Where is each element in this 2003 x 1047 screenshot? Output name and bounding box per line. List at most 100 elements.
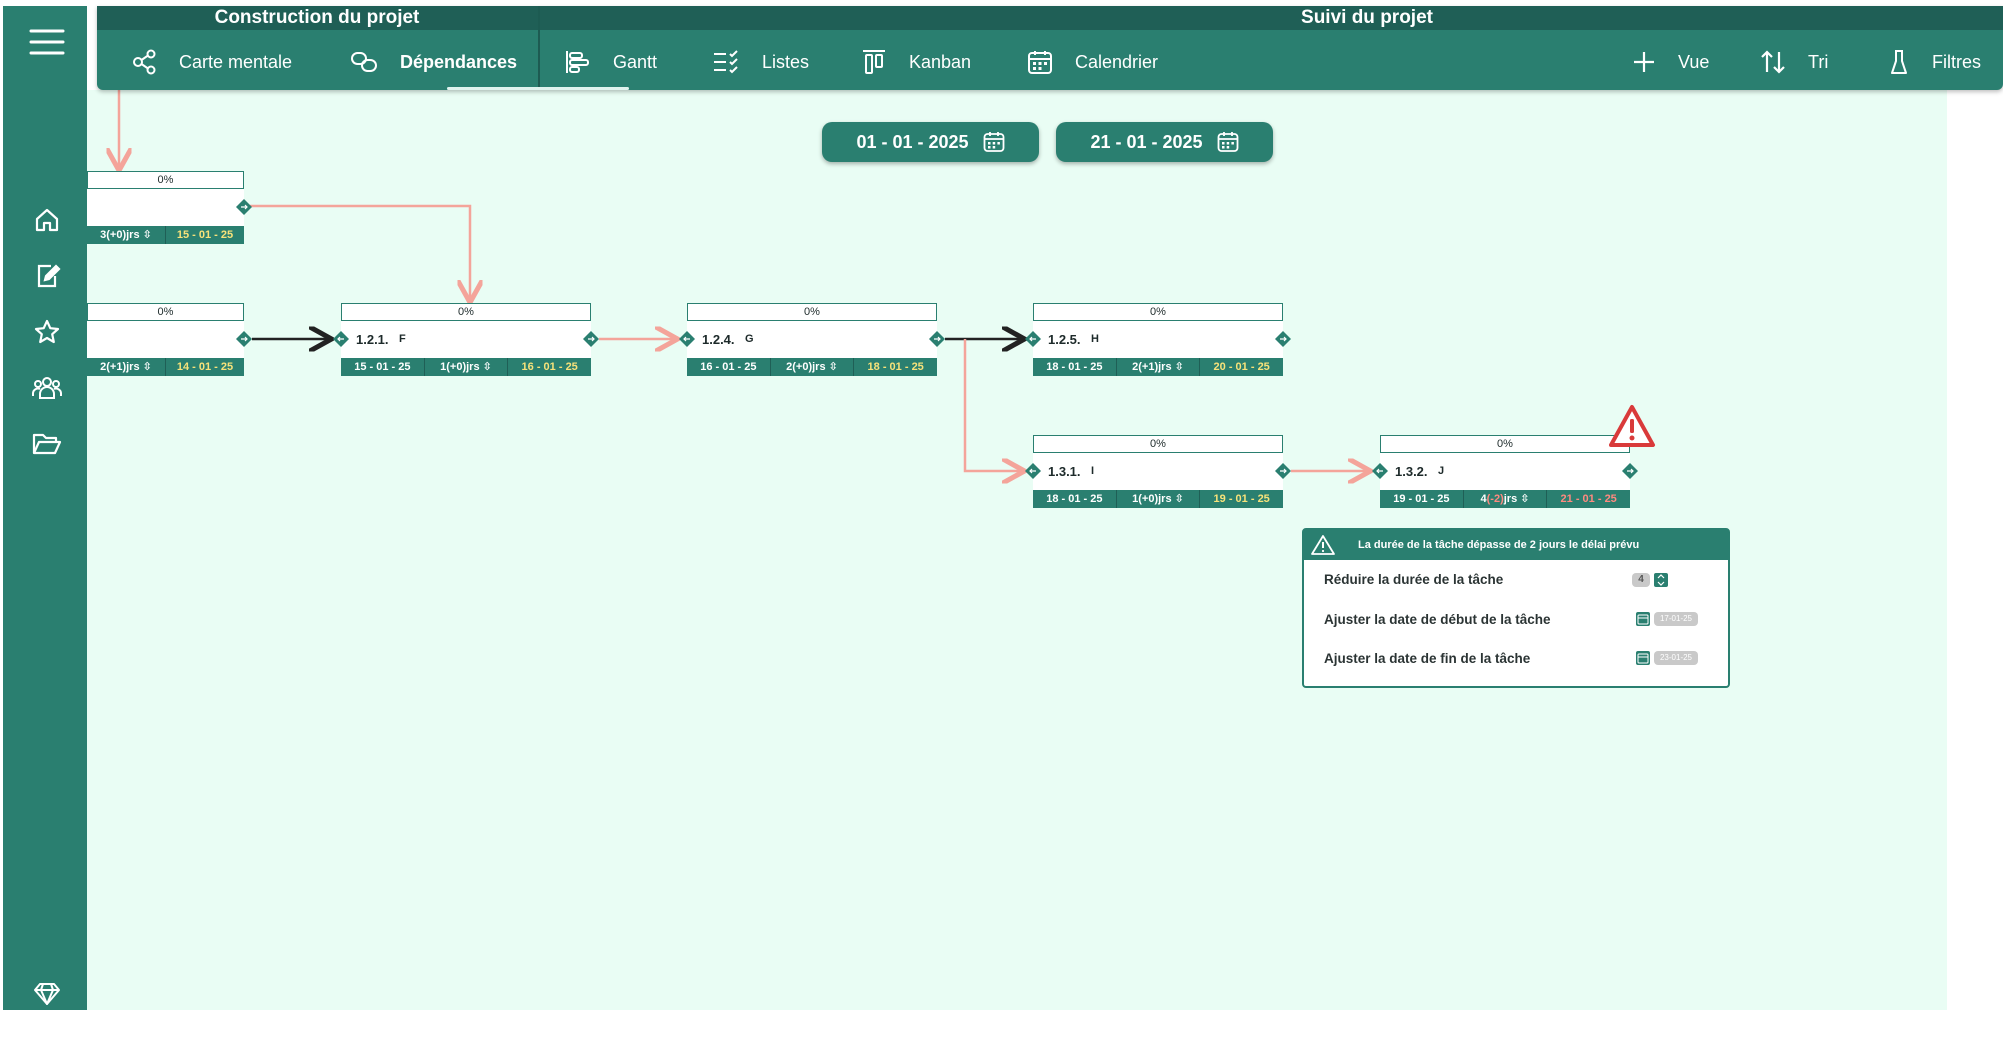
filtres-label: Filtres xyxy=(1932,51,1981,72)
warning-header: La durée de la tâche dépasse de 2 jours … xyxy=(1304,530,1728,560)
task-body xyxy=(87,189,244,226)
calendar-icon xyxy=(1028,51,1052,74)
tab-label: Listes xyxy=(762,51,810,72)
section-divider xyxy=(538,6,540,90)
task-card-f[interactable]: 0% 1.2.1. F 15 - 01 - 25 1(+0)jrs ⇳ 16 -… xyxy=(341,303,591,376)
task-duration: 1(+0)jrs ⇳ xyxy=(423,358,508,376)
end-date-calendar-button[interactable] xyxy=(1636,651,1650,665)
task-end-date: 14 - 01 - 25 xyxy=(165,358,244,376)
task-code: 1.2.1. xyxy=(356,332,389,347)
task-name: J xyxy=(1438,465,1445,477)
duration-value[interactable]: 4 xyxy=(1632,573,1650,587)
task-start-date: 18 - 01 - 25 xyxy=(1046,361,1103,373)
task-body: 1.2.5. H xyxy=(1033,321,1283,358)
checklist-icon xyxy=(714,50,738,74)
task-end-date: 20 - 01 - 25 xyxy=(1199,358,1283,376)
task-card-h[interactable]: 0% 1.2.5. H 18 - 01 - 25 2(+1)jrs ⇳ 20 -… xyxy=(1033,303,1283,376)
sort-arrows-icon xyxy=(1761,50,1785,74)
task-duration: 2(+0)jrs ⇳ xyxy=(769,358,854,376)
duration-stepper[interactable] xyxy=(1654,573,1668,587)
task-footer: 3(+0)jrs ⇳ 15 - 01 - 25 xyxy=(87,226,244,244)
tab-label: Kanban xyxy=(909,51,972,72)
flask-filter-icon xyxy=(1891,50,1907,74)
task-footer: 15 - 01 - 25 1(+0)jrs ⇳ 16 - 01 - 25 xyxy=(341,358,591,376)
mind-map-icon xyxy=(133,49,156,75)
task-progress: 0% xyxy=(1380,435,1630,453)
task-card-g[interactable]: 0% 1.2.4. G 16 - 01 - 25 2(+0)jrs ⇳ 18 -… xyxy=(687,303,937,376)
tab-label: Dépendances xyxy=(400,51,518,72)
task-footer: 18 - 01 - 25 1(+0)jrs ⇳ 19 - 01 - 25 xyxy=(1033,490,1283,508)
task-end-date: 16 - 01 - 25 xyxy=(507,358,591,376)
task-end-date: 21 - 01 - 25 xyxy=(1546,490,1630,508)
section-title-suivi: Suivi du projet xyxy=(1301,7,1433,28)
warning-outline-icon xyxy=(1311,535,1335,555)
task-start-date: 16 - 01 - 25 xyxy=(700,361,757,373)
task-name: H xyxy=(1091,333,1099,345)
start-date-chip[interactable]: 17-01-25 xyxy=(1654,612,1698,626)
vue-label: Vue xyxy=(1678,51,1710,72)
top-navigation-bar: Construction du projet Suivi du projet C… xyxy=(97,6,2003,90)
tab-gantt[interactable]: Gantt xyxy=(565,40,657,84)
tab-label: Gantt xyxy=(613,51,658,72)
task-code: 1.3.2. xyxy=(1395,464,1428,479)
tri-label: Tri xyxy=(1808,51,1829,72)
tri-button[interactable]: Tri xyxy=(1760,40,1828,84)
task-progress: 0% xyxy=(87,171,244,189)
active-tab-indicator xyxy=(447,87,629,90)
task-end-date: 18 - 01 - 25 xyxy=(853,358,937,376)
task-duration: 1(+0)jrs ⇳ xyxy=(1115,490,1200,508)
task-code: 1.2.5. xyxy=(1048,332,1081,347)
end-date-picker[interactable]: 21 - 01 - 2025 xyxy=(1056,122,1273,162)
kanban-icon xyxy=(863,50,885,74)
task-card-i[interactable]: 0% 1.3.1. I 18 - 01 - 25 1(+0)jrs ⇳ 19 -… xyxy=(1033,435,1283,508)
adjust-start-label: Ajuster la date de début de la tâche xyxy=(1324,612,1551,627)
task-start-date: 18 - 01 - 25 xyxy=(1046,493,1103,505)
warning-message: La durée de la tâche dépasse de 2 jours … xyxy=(1358,539,1640,551)
reduce-duration-label: Réduire la durée de la tâche xyxy=(1324,572,1504,587)
tab-kanban[interactable]: Kanban xyxy=(861,40,971,84)
task-footer: 18 - 01 - 25 2(+1)jrs ⇳ 20 - 01 - 25 xyxy=(1033,358,1283,376)
plus-icon xyxy=(1634,52,1654,72)
tab-calendrier[interactable]: Calendrier xyxy=(1027,40,1158,84)
task-duration: 2(+1)jrs ⇳ xyxy=(100,361,152,373)
end-date-value: 21 - 01 - 2025 xyxy=(1090,131,1203,152)
task-start-date: 19 - 01 - 25 xyxy=(1393,493,1450,505)
tab-dependances[interactable]: Dépendances xyxy=(350,40,517,84)
link-g-to-i xyxy=(963,339,1022,471)
adjust-end-label: Ajuster la date de fin de la tâche xyxy=(1324,651,1531,666)
start-date-calendar-button[interactable] xyxy=(1636,612,1650,626)
task-card-j[interactable]: 0% 1.3.2. J 19 - 01 - 25 4(-2)jrs ⇳ 21 -… xyxy=(1380,435,1630,508)
task-duration: 4(-2)jrs ⇳ xyxy=(1462,490,1547,508)
task-start-date: 15 - 01 - 25 xyxy=(354,361,411,373)
link-handle-out-icon[interactable] xyxy=(236,331,252,347)
task-progress: 0% xyxy=(1033,435,1283,453)
vue-button[interactable]: Vue xyxy=(1632,40,1709,84)
start-date-picker[interactable]: 01 - 01 - 2025 xyxy=(822,122,1039,162)
task-name: I xyxy=(1091,465,1095,477)
filtres-button[interactable]: Filtres xyxy=(1888,40,1981,84)
task-footer: 2(+1)jrs ⇳ 14 - 01 - 25 xyxy=(87,358,244,376)
delay-warning-popup: La durée de la tâche dépasse de 2 jours … xyxy=(1302,528,1730,688)
task-body: 1.3.1. I xyxy=(1033,453,1283,490)
task-name: F xyxy=(399,333,406,345)
task-progress: 0% xyxy=(341,303,591,321)
tab-carte-mentale[interactable]: Carte mentale xyxy=(131,40,292,84)
task-end-date: 19 - 01 - 25 xyxy=(1199,490,1283,508)
link-partial-to-f xyxy=(250,204,470,300)
link-handle-out-icon[interactable] xyxy=(236,199,252,215)
task-duration: 2(+1)jrs ⇳ xyxy=(1115,358,1200,376)
task-duration: 3(+0)jrs ⇳ xyxy=(100,229,152,241)
tab-listes[interactable]: Listes xyxy=(712,40,809,84)
calendar-icon xyxy=(983,132,1004,152)
task-progress: 0% xyxy=(1033,303,1283,321)
link-chain-icon xyxy=(351,52,377,72)
task-code: 1.3.1. xyxy=(1048,464,1081,479)
task-card-partial-top[interactable]: 0% 3(+0)jrs ⇳ 15 - 01 - 25 xyxy=(87,171,244,244)
end-date-chip[interactable]: 23-01-25 xyxy=(1654,651,1698,665)
calendar-icon xyxy=(1637,614,1649,625)
task-body xyxy=(87,321,244,358)
task-card-partial-mid[interactable]: 0% 2(+1)jrs ⇳ 14 - 01 - 25 xyxy=(87,303,244,376)
stepper-arrows-icon xyxy=(1657,574,1665,586)
warning-triangle-icon[interactable] xyxy=(1608,404,1656,448)
task-progress: 0% xyxy=(87,303,244,321)
